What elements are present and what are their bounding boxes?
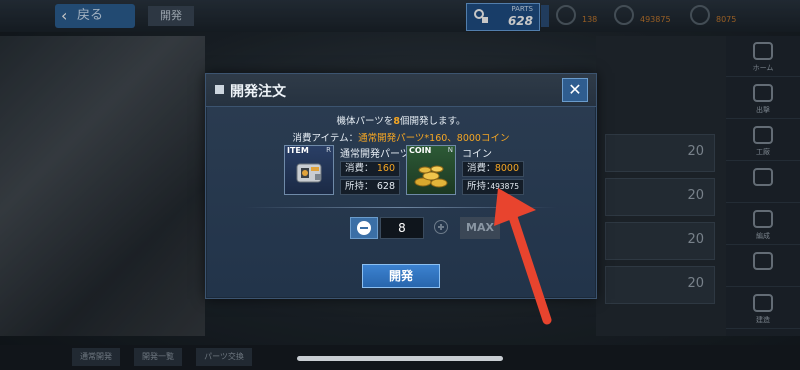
consume-label: 消費： xyxy=(467,163,496,174)
message-suffix: 個開発します。 xyxy=(399,116,466,127)
plus-icon xyxy=(434,220,448,234)
close-icon: ✕ xyxy=(568,80,582,99)
develop-button[interactable]: 開発 xyxy=(362,264,440,288)
item-card: ITEM R xyxy=(284,145,334,195)
item-rank: R xyxy=(326,146,331,154)
item-own-row: 所持： 628 xyxy=(340,179,400,195)
quantity-field[interactable]: 8 xyxy=(380,217,424,239)
dialog-header: 開発注文 ✕ xyxy=(206,74,596,107)
decrease-button[interactable] xyxy=(350,217,378,239)
consume-label: 消費： xyxy=(345,163,374,174)
item-tag: ITEM xyxy=(287,146,309,155)
increase-button[interactable] xyxy=(428,217,454,239)
minus-icon xyxy=(357,221,371,235)
coin-consume-row: 消費： 8000 xyxy=(462,161,524,177)
develop-message: 機体パーツを8個開発します。 xyxy=(207,113,595,127)
own-label: 所持： xyxy=(345,181,374,192)
home-indicator[interactable] xyxy=(297,356,503,361)
own-value: 628 xyxy=(376,181,395,192)
cost-message: 消費アイテム：通常開発パーツ*160、8000コイン xyxy=(207,130,595,144)
cost-highlight: 通常開発パーツ*160、8000コイン xyxy=(358,133,510,144)
dev-parts-icon xyxy=(296,163,322,183)
consume-value: 160 xyxy=(376,163,395,174)
coin-rank: N xyxy=(447,146,453,154)
dialog-title: 開発注文 xyxy=(230,84,286,100)
coin-name: コイン xyxy=(462,149,492,160)
annotation-arrow-icon xyxy=(494,188,552,325)
consume-value: 8000 xyxy=(494,163,519,174)
coin-tag: COIN xyxy=(409,146,432,155)
coin-card: COIN N xyxy=(406,145,456,195)
cost-prefix: 消費アイテム： xyxy=(292,133,359,144)
item-consume-row: 消費： 160 xyxy=(340,161,400,177)
item-name: 通常開発パーツ xyxy=(340,149,410,160)
coin-pile-icon xyxy=(414,165,448,188)
title-marker-icon xyxy=(215,85,224,94)
message-prefix: 機体パーツを xyxy=(336,116,394,127)
close-button[interactable]: ✕ xyxy=(562,78,588,102)
message-count: 8 xyxy=(393,116,400,127)
